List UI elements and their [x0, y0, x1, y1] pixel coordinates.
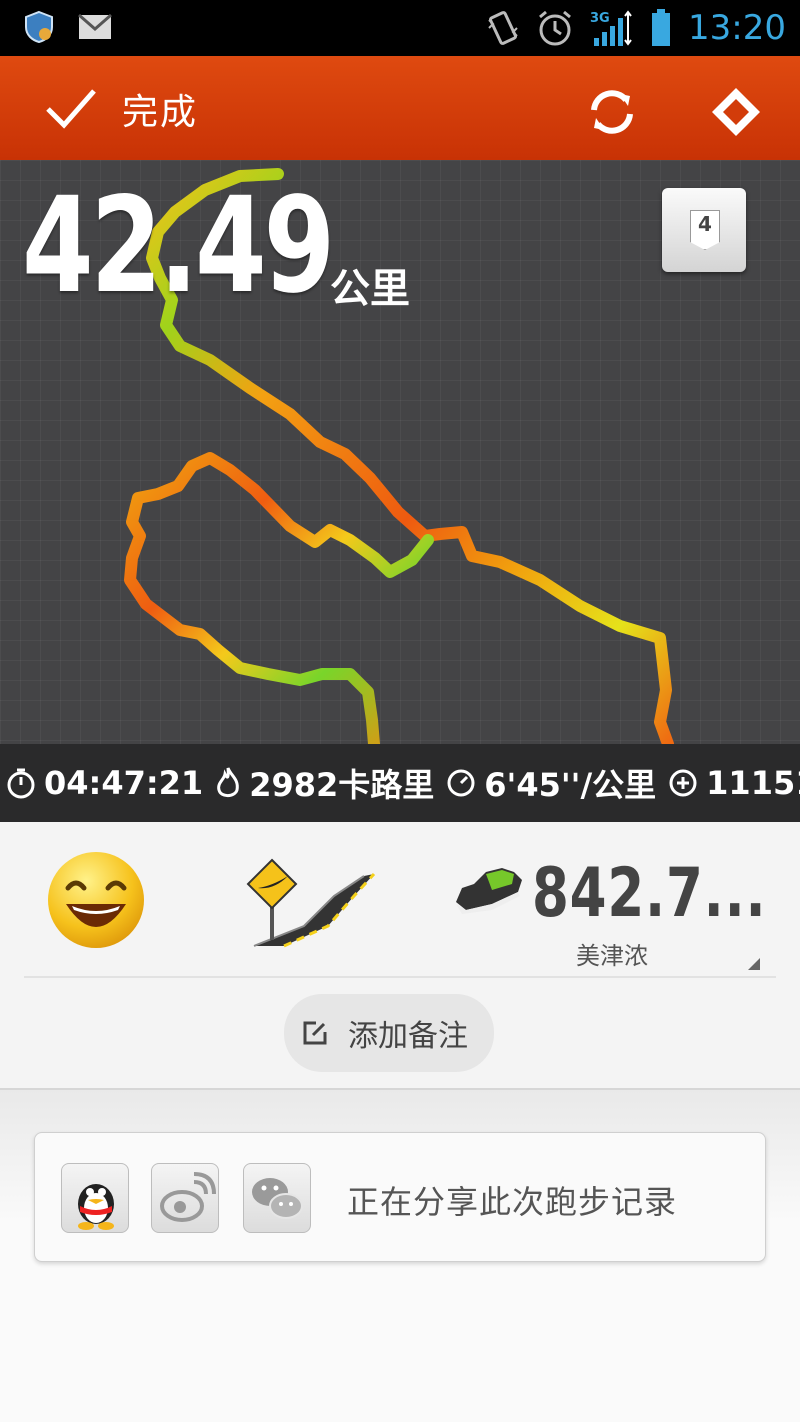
happy-face-icon[interactable]: [46, 850, 146, 950]
speedometer-icon: [447, 769, 475, 797]
divider: [24, 976, 776, 978]
svg-text:3G: 3G: [590, 11, 610, 26]
shoe-icon[interactable]: [452, 862, 524, 918]
vibrate-icon: [488, 11, 518, 45]
shoe-distance: 842.7...: [532, 854, 767, 933]
wechat-icon: [252, 1178, 303, 1219]
edit-icon: [303, 1021, 327, 1045]
share-wechat-button[interactable]: [243, 1163, 311, 1233]
done-label: 完成: [122, 92, 199, 133]
status-bar: 3G 13:20: [0, 0, 800, 56]
weibo-icon: [160, 1172, 216, 1222]
diamond-icon: [712, 88, 760, 136]
distance-unit: 公里: [330, 266, 410, 312]
sync-icon: [591, 90, 633, 134]
share-card: 正在分享此次跑步记录: [34, 1132, 766, 1262]
route-map[interactable]: 42.49 公里 4: [0, 160, 800, 744]
checkmark-icon: [46, 89, 96, 129]
fuel-plus-icon: [669, 769, 697, 797]
clock: 13:20: [688, 8, 786, 48]
dropdown-indicator-icon: [748, 958, 760, 970]
route-button[interactable]: [708, 84, 764, 140]
lap-badge-button[interactable]: 4: [662, 188, 746, 272]
add-note-label: 添加备注: [348, 1019, 468, 1054]
fuel-value: 11151: [706, 764, 800, 802]
share-weibo-button[interactable]: [151, 1163, 219, 1233]
duration-stat: 04:47:21: [6, 764, 203, 802]
done-button[interactable]: 完成: [44, 82, 198, 136]
battery-icon: [652, 9, 671, 46]
stats-bar: 04:47:21 2982卡路里 6'45''/公里 11151: [0, 744, 800, 822]
calories-value: 2982卡路里: [249, 766, 435, 804]
flame-icon: [217, 767, 239, 798]
share-qq-button[interactable]: [61, 1163, 129, 1233]
add-note-button[interactable]: 添加备注: [284, 994, 494, 1072]
action-bar: 完成: [0, 56, 800, 160]
calories-stat: 2982卡路里: [215, 760, 434, 806]
pace-stat: 6'45''/公里: [446, 760, 656, 806]
duration-value: 04:47:21: [44, 764, 204, 802]
shoe-name[interactable]: 美津浓: [576, 936, 648, 971]
signal-icon: 3G: [590, 10, 632, 46]
alarm-icon: [539, 10, 571, 46]
stopwatch-icon: [7, 768, 35, 799]
road-icon[interactable]: [244, 856, 384, 948]
fuel-stat: 11151: [668, 764, 800, 802]
shield-icon: [25, 10, 53, 44]
share-status-text: 正在分享此次跑步记录: [347, 1183, 678, 1221]
mail-icon: [78, 14, 112, 39]
pace-value: 6'45''/公里: [484, 766, 657, 804]
lap-count: 4: [698, 212, 712, 236]
sync-button[interactable]: [584, 84, 640, 140]
share-area: 正在分享此次跑步记录: [0, 1090, 800, 1422]
qq-icon: [78, 1184, 114, 1230]
distance-value: 42.49: [22, 169, 335, 323]
run-details: 842.7... 美津浓 添加备注: [0, 822, 800, 1090]
